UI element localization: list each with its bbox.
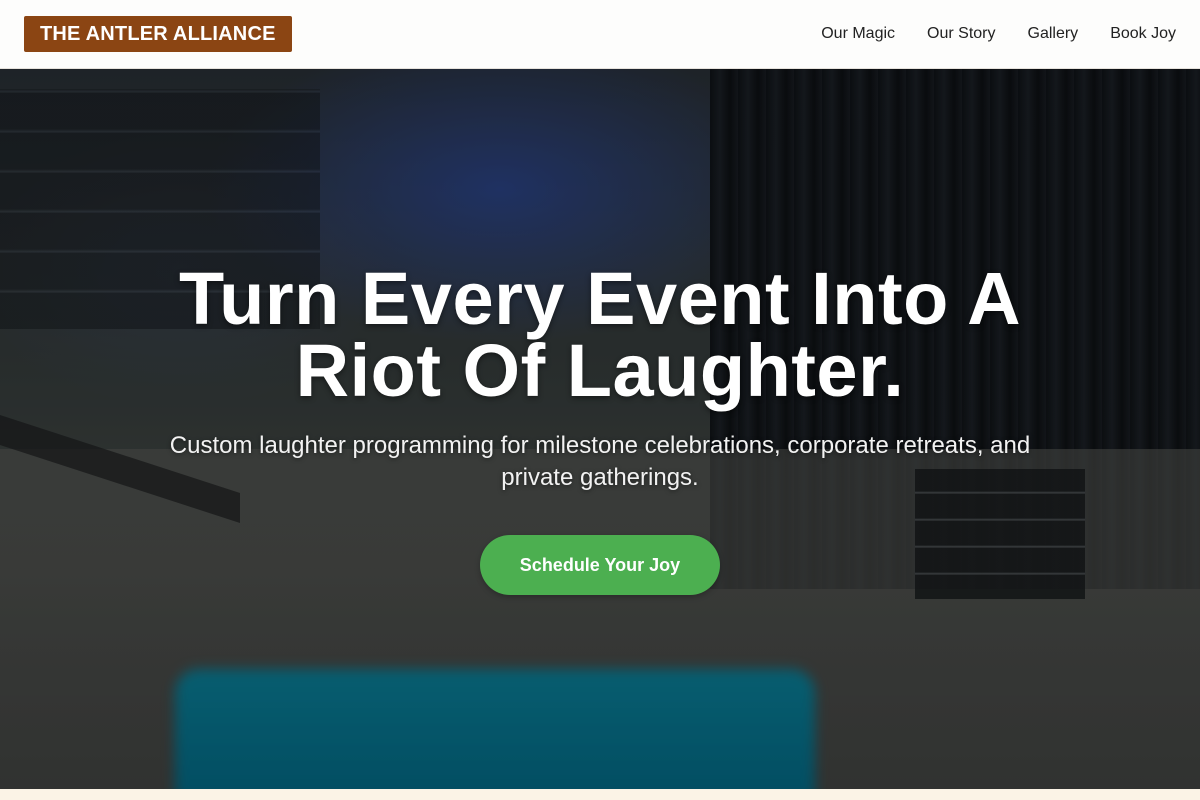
next-section-edge xyxy=(0,789,1200,800)
nav-link-book-joy[interactable]: Book Joy xyxy=(1110,25,1176,43)
brand-logo[interactable]: THE ANTLER ALLIANCE xyxy=(24,16,292,52)
hero-section: Turn Every Event Into A Riot Of Laughter… xyxy=(0,69,1200,789)
hero-content: Turn Every Event Into A Riot Of Laughter… xyxy=(0,69,1200,789)
nav-link-gallery[interactable]: Gallery xyxy=(1028,25,1079,43)
hero-title: Turn Every Event Into A Riot Of Laughter… xyxy=(178,257,1022,412)
schedule-button[interactable]: Schedule Your Joy xyxy=(480,535,720,595)
site-header: THE ANTLER ALLIANCE Our Magic Our Story … xyxy=(0,0,1200,69)
hero-subtitle: Custom laughter programming for mileston… xyxy=(169,432,1031,491)
nav-link-our-magic[interactable]: Our Magic xyxy=(821,25,895,43)
main-nav: Our Magic Our Story Gallery Book Joy xyxy=(821,25,1176,43)
nav-link-our-story[interactable]: Our Story xyxy=(927,25,995,43)
